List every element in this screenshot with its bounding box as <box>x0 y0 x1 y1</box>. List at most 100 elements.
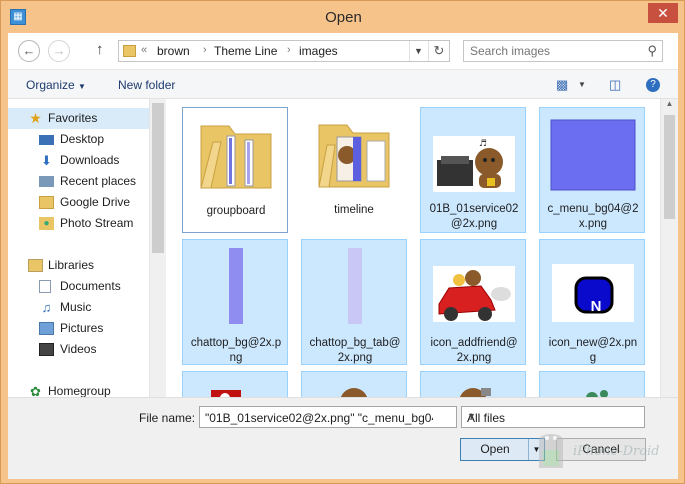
overflow-chevron-icon[interactable]: « <box>141 44 147 56</box>
file-label-line: icon_addfriend@ <box>430 337 518 349</box>
file-label-line: 2x.png <box>456 352 492 364</box>
file-item-groupboard[interactable]: groupboard <box>182 107 288 233</box>
forward-arrow-icon: → <box>52 43 66 58</box>
scrollbar-thumb[interactable] <box>664 115 675 219</box>
file-item-partial[interactable] <box>539 371 645 397</box>
sidebar-item-music[interactable]: ♫ Music <box>8 297 158 318</box>
sidebar-item-videos[interactable]: Videos <box>8 339 158 360</box>
sidebar-item-libraries[interactable]: Libraries <box>8 255 158 276</box>
navigation-pane-scrollbar[interactable] <box>149 99 166 397</box>
google-drive-folder-icon <box>39 196 54 209</box>
forward-button[interactable]: → <box>48 40 70 62</box>
close-icon: ✕ <box>657 5 669 21</box>
help-icon[interactable]: ? <box>646 78 660 92</box>
refresh-icon: ↻ <box>433 43 445 58</box>
sidebar-item-pictures[interactable]: Pictures <box>8 318 158 339</box>
file-name-label: File name: <box>139 411 196 425</box>
scroll-up-icon[interactable]: ▲ <box>661 99 678 113</box>
file-item-c-menu-bg04[interactable]: c_menu_bg04@2 x.png <box>539 107 645 233</box>
sidebar-item-recent-places[interactable]: Recent places <box>8 171 158 192</box>
sidebar-item-documents[interactable]: Documents <box>8 276 158 297</box>
back-arrow-icon: ← <box>22 43 36 58</box>
scrollbar-thumb[interactable] <box>152 103 164 253</box>
preview-pane-icon[interactable]: ◫ <box>609 77 621 93</box>
view-options-icon[interactable]: ▩ <box>556 77 568 93</box>
sidebar-item-photo-stream[interactable]: ● Photo Stream <box>8 213 158 234</box>
up-folder-button[interactable]: ↑ <box>96 41 104 58</box>
file-name-input[interactable]: "01B_01service02@2x.png" "c_menu_bg04( ▼ <box>199 406 564 428</box>
breadcrumb-brown[interactable]: brown <box>157 44 190 58</box>
file-item-chattop-bg[interactable]: chattop_bg@2x.p ng <box>182 239 288 365</box>
navigation-bar: ← → ↑ « brown › Theme Line › images ▼ ↻ … <box>8 33 678 69</box>
android-apple-logo-icon <box>539 434 563 468</box>
sidebar-item-google-drive[interactable]: Google Drive <box>8 192 158 213</box>
file-label-line: c_menu_bg04@2 <box>547 203 639 215</box>
image-thumbnail <box>433 266 515 322</box>
address-history-dropdown[interactable]: ▼ <box>409 41 427 61</box>
file-label-line: 01B_01service02 <box>429 203 519 215</box>
image-thumbnail <box>550 119 636 191</box>
image-thumbnail <box>586 390 608 397</box>
file-item-label: c_menu_bg04@2 x.png <box>542 202 644 232</box>
sidebar-item-label: Homegroup <box>48 384 111 397</box>
image-thumbnail <box>211 390 241 397</box>
file-label-line: @2x.png <box>450 218 498 230</box>
file-item-partial[interactable] <box>182 371 288 397</box>
breadcrumb-theme-line[interactable]: Theme Line <box>214 44 277 58</box>
file-item-timeline[interactable]: timeline <box>301 107 407 233</box>
refresh-button[interactable]: ↻ <box>428 41 449 61</box>
close-button[interactable]: ✕ <box>648 3 678 23</box>
organize-menu[interactable]: Organize ▼ <box>26 78 86 92</box>
file-name-history-dropdown[interactable]: ▼ <box>439 407 564 428</box>
file-item-partial[interactable] <box>301 371 407 397</box>
chevron-down-icon: ▼ <box>467 411 476 421</box>
search-icon[interactable]: ⚲ <box>647 43 657 59</box>
file-item-partial[interactable] <box>420 371 526 397</box>
file-item-01b-01service02[interactable]: ♬ 01B_01service02 @2x.png <box>420 107 526 233</box>
sidebar-item-homegroup[interactable]: ✿ Homegroup <box>8 381 158 397</box>
folder-icon <box>200 125 272 189</box>
documents-icon <box>39 280 51 293</box>
watermark-logo: iPhone-Droid <box>531 426 681 476</box>
search-input[interactable] <box>470 44 640 58</box>
sidebar-item-label: Music <box>60 300 92 314</box>
homegroup-icon: ✿ <box>30 384 41 397</box>
sidebar-item-desktop[interactable]: Desktop <box>8 129 158 150</box>
file-item-icon-new[interactable]: N icon_new@2x.pn g <box>539 239 645 365</box>
breadcrumb-images[interactable]: images <box>299 44 338 58</box>
file-name-value[interactable]: "01B_01service02@2x.png" "c_menu_bg04( <box>205 411 433 425</box>
file-type-filter[interactable]: All files ▼ <box>461 406 645 428</box>
new-badge-letter: N <box>590 298 602 315</box>
file-list-scrollbar[interactable]: ▲ <box>660 99 678 397</box>
breadcrumb-separator-icon[interactable]: › <box>287 44 291 56</box>
sidebar-item-favorites[interactable]: ★ Favorites <box>8 108 158 129</box>
search-box[interactable]: ⚲ <box>463 40 663 62</box>
file-label-line: g <box>589 352 597 364</box>
file-list: groupboard timeline ♬ 01B_01service02 @2… <box>166 99 660 397</box>
file-label-line: 2x.png <box>337 352 373 364</box>
sidebar-item-label: Desktop <box>60 132 105 146</box>
breadcrumb-separator-icon[interactable]: › <box>203 44 207 56</box>
window-title: Open <box>325 9 362 26</box>
chevron-down-icon: ▼ <box>414 46 423 56</box>
file-item-label: chattop_bg_tab@ 2x.png <box>304 336 406 366</box>
videos-icon <box>39 343 54 356</box>
new-folder-button[interactable]: New folder <box>118 78 175 92</box>
file-item-label: icon_new@2x.pn g <box>542 336 644 366</box>
libraries-icon <box>28 259 43 272</box>
file-label-line: chattop_bg_tab@ <box>309 337 401 349</box>
desktop-icon <box>39 135 54 145</box>
chevron-down-icon[interactable]: ▼ <box>578 80 586 89</box>
sidebar-item-downloads[interactable]: ⬇ Downloads <box>8 150 158 171</box>
sidebar-item-label: Google Drive <box>60 195 131 209</box>
file-item-icon-addfriend[interactable]: icon_addfriend@ 2x.png <box>420 239 526 365</box>
back-button[interactable]: ← <box>18 40 40 62</box>
address-bar[interactable]: « brown › Theme Line › images ▼ ↻ <box>118 40 450 62</box>
sidebar-item-label: Videos <box>60 342 97 356</box>
pictures-icon <box>39 322 54 335</box>
chevron-down-icon: ▼ <box>78 82 86 91</box>
sidebar-item-label: Favorites <box>48 111 98 125</box>
file-item-chattop-bg-tab[interactable]: chattop_bg_tab@ 2x.png <box>301 239 407 365</box>
file-item-label: 01B_01service02 @2x.png <box>423 202 525 232</box>
dialog-client-area: ← → ↑ « brown › Theme Line › images ▼ ↻ … <box>8 33 678 479</box>
